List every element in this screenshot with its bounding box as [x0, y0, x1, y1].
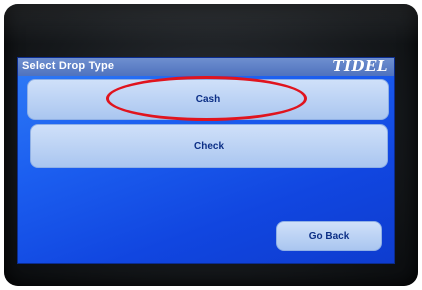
cash-button-label: Cash — [195, 94, 221, 105]
title-bar: Select Drop Type TIDEL — [18, 58, 394, 76]
go-back-button-label: Go Back — [308, 230, 350, 242]
check-button[interactable]: Check — [30, 124, 388, 168]
go-back-button[interactable]: Go Back — [276, 221, 382, 251]
check-button-label: Check — [193, 140, 224, 152]
brand-logo: TIDEL — [332, 57, 388, 75]
touchscreen: Select Drop Type TIDEL Cash Check Go Bac… — [17, 57, 395, 264]
cash-button[interactable]: Cash — [27, 79, 389, 120]
screen-title: Select Drop Type — [22, 60, 115, 72]
